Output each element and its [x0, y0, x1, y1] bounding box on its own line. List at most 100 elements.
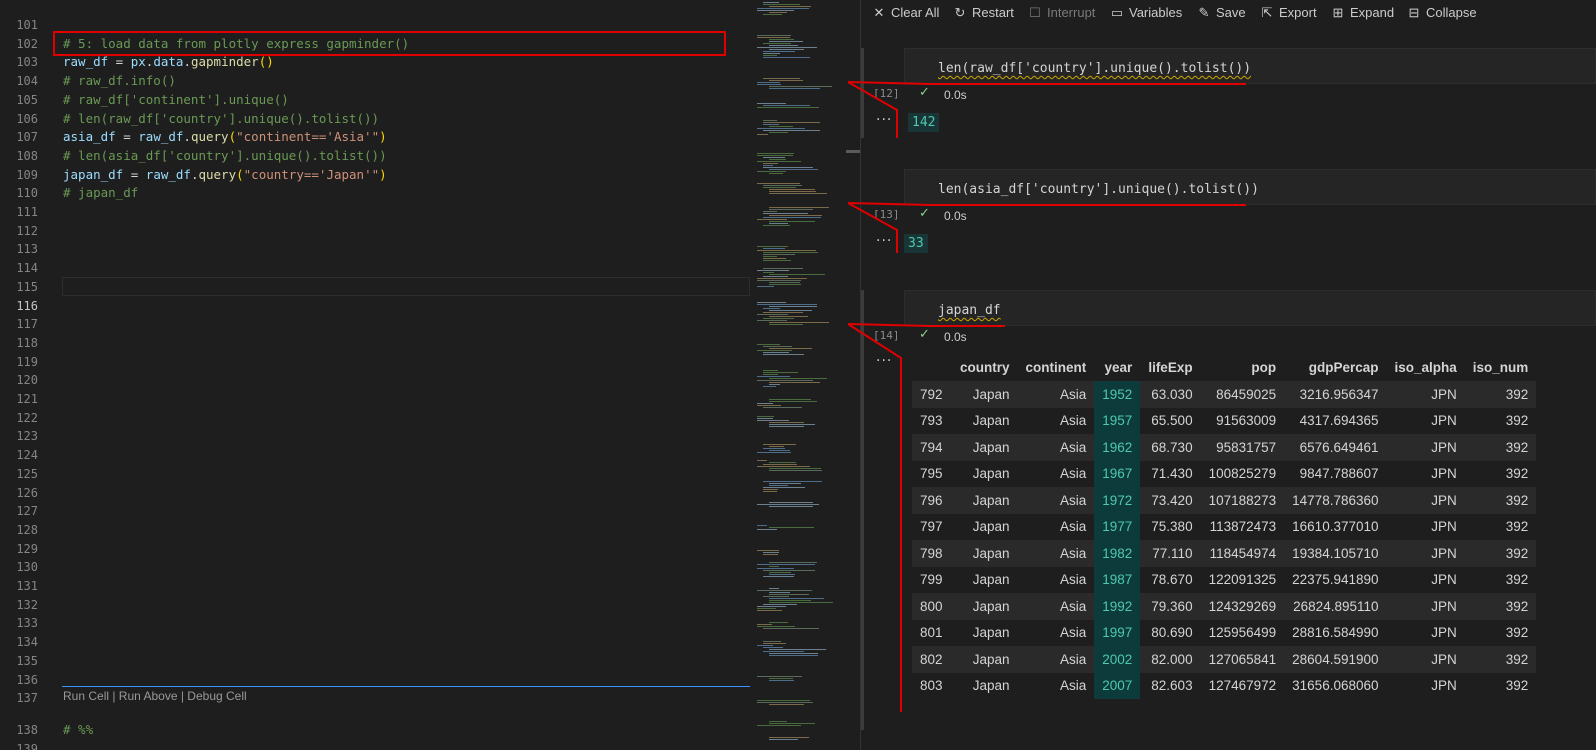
minimap-line — [757, 155, 793, 156]
code-line[interactable]: 118 — [0, 334, 755, 352]
table-cell: Japan — [952, 407, 1018, 434]
table-cell: 78.670 — [1140, 566, 1201, 593]
export-button[interactable]: ⇱ Export — [1260, 4, 1317, 22]
minimap-line — [757, 344, 780, 345]
code-line[interactable]: 132 — [0, 596, 755, 614]
code-editor[interactable]: 101 102 # 5: load data from plotly express… — [0, 0, 755, 750]
variables-label: Variables — [1129, 5, 1183, 20]
code-line[interactable]: 108 # len(asia_df['country'].unique().tol… — [0, 147, 755, 165]
cell-13-duration: 0.0s — [944, 209, 967, 223]
codelens-actions[interactable]: Run Cell | Run Above | Debug Cell — [63, 689, 247, 704]
variables-icon: ▭ — [1110, 5, 1124, 20]
code-line[interactable]: 128 — [0, 521, 755, 539]
table-cell: JPN — [1386, 593, 1465, 620]
code-line[interactable]: 117 — [0, 315, 755, 333]
minimap-line — [769, 572, 791, 573]
minimap-line — [763, 167, 813, 168]
code-line[interactable]: 124 — [0, 446, 755, 464]
table-cell: 79.360 — [1140, 593, 1201, 620]
minimap-line — [763, 268, 803, 269]
code-line[interactable]: 120 — [0, 371, 755, 389]
code-line[interactable]: 112 — [0, 222, 755, 240]
cell-14-code[interactable]: japan_df — [938, 303, 1001, 318]
scrollbar-thumb[interactable] — [846, 150, 860, 153]
code-line[interactable]: 119 — [0, 353, 755, 371]
table-cell: Japan — [952, 566, 1018, 593]
code-line[interactable]: 103 raw_df = px.data.gapminder() — [0, 53, 755, 71]
variables-button[interactable]: ▭ Variables — [1110, 4, 1182, 22]
table-cell: 392 — [1464, 407, 1537, 434]
code-line[interactable]: 111 — [0, 203, 755, 221]
minimap-line — [757, 278, 807, 279]
code-line[interactable]: 123 — [0, 427, 755, 445]
table-cell: Asia — [1017, 434, 1095, 461]
minimap-line — [757, 529, 777, 530]
code-line[interactable]: 139 — [0, 740, 755, 750]
code-line[interactable]: 130 — [0, 558, 755, 576]
table-cell: 392 — [1464, 593, 1537, 620]
code-line[interactable]: 110 # japan_df — [0, 184, 755, 202]
cell-13-code[interactable]: len(asia_df['country'].unique().tolist()… — [938, 182, 1259, 197]
line-number: 111 — [16, 205, 38, 219]
code-line[interactable]: 127 — [0, 502, 755, 520]
cell-12-bar[interactable] — [861, 48, 864, 138]
restart-label: Restart — [972, 5, 1014, 20]
minimap-line — [763, 308, 780, 309]
code-line[interactable]: 105 # raw_df['continent'].unique() — [0, 91, 755, 109]
code-line[interactable]: 109 japan_df = raw_df.query("country=='Ja… — [0, 166, 755, 184]
code-line[interactable]: 114 — [0, 259, 755, 277]
code-line[interactable]: 138 # %% — [0, 721, 755, 739]
code-line[interactable]: 134 — [0, 633, 755, 651]
line-code: japan_df = raw_df.query("country=='Japan… — [63, 166, 387, 184]
row-index: 794 — [912, 434, 952, 461]
minimap[interactable] — [755, 0, 841, 750]
code-token: # len(asia_df['country'].unique().tolist… — [63, 147, 387, 163]
collapse-button[interactable]: ⊟ Collapse — [1407, 4, 1477, 22]
table-cell: 392 — [1464, 381, 1537, 408]
cell-12-input[interactable]: len(raw_df['country'].unique().tolist()) — [904, 48, 1596, 84]
table-cell: 1967 — [1094, 460, 1141, 487]
more-actions-icon[interactable]: ··· — [876, 233, 892, 249]
cell-14-bar[interactable] — [861, 290, 864, 730]
clear-all-button[interactable]: ✕ Clear All — [872, 4, 940, 22]
code-line[interactable]: 135 — [0, 652, 755, 670]
minimap-line — [769, 527, 814, 528]
cell-14-code-text: japan_df — [938, 303, 1001, 318]
table-row: 800 Japan Asia 1992 79.360 124329269 26824.895… — [912, 593, 1537, 620]
minimap-line — [769, 6, 811, 7]
line-number: 105 — [16, 92, 38, 107]
code-line[interactable]: 116 — [0, 297, 755, 315]
code-line[interactable]: 125 — [0, 465, 755, 483]
minimap-line — [757, 304, 817, 305]
code-line[interactable]: 122 — [0, 409, 755, 427]
editor-scrollbar[interactable] — [846, 0, 860, 750]
line-number: 114 — [16, 261, 38, 276]
row-index: 797 — [912, 513, 952, 540]
code-line[interactable]: 106 # len(raw_df['country'].unique().toli… — [0, 110, 755, 128]
minimap-line — [763, 643, 786, 644]
code-line[interactable]: 129 — [0, 540, 755, 558]
code-line[interactable]: 131 — [0, 577, 755, 595]
table-cell: 1952 — [1094, 381, 1141, 408]
cell-12-exec-count: [12] — [873, 87, 900, 100]
cell-13-input[interactable]: len(asia_df['country'].unique().tolist()… — [904, 169, 1596, 205]
interrupt-button[interactable]: ☐ Interrupt — [1028, 4, 1095, 22]
table-cell: 392 — [1464, 513, 1537, 540]
code-line[interactable]: 113 — [0, 240, 755, 258]
code-line[interactable]: 104 # raw_df.info() — [0, 72, 755, 90]
expand-button[interactable]: ⊞ Expand — [1331, 4, 1395, 22]
minimap-line — [769, 382, 820, 383]
restart-button[interactable]: ↻ Restart — [953, 4, 1014, 22]
line-code: raw_df = px.data.gapminder() — [63, 53, 274, 71]
code-line[interactable]: 133 — [0, 614, 755, 632]
save-button[interactable]: ✎ Save — [1197, 4, 1246, 22]
code-line[interactable]: 107 asia_df = raw_df.query("continent=='A… — [0, 128, 755, 146]
code-line[interactable]: 126 — [0, 484, 755, 502]
more-actions-icon[interactable]: ··· — [876, 353, 892, 369]
cell-12-code[interactable]: len(raw_df['country'].unique().tolist()) — [938, 61, 1251, 76]
more-actions-icon[interactable]: ··· — [876, 112, 892, 128]
code-line[interactable]: 115 — [0, 278, 755, 296]
table-cell: 124329269 — [1200, 593, 1285, 620]
cell-14-input[interactable]: japan_df — [904, 290, 1596, 326]
code-line[interactable]: 121 — [0, 390, 755, 408]
